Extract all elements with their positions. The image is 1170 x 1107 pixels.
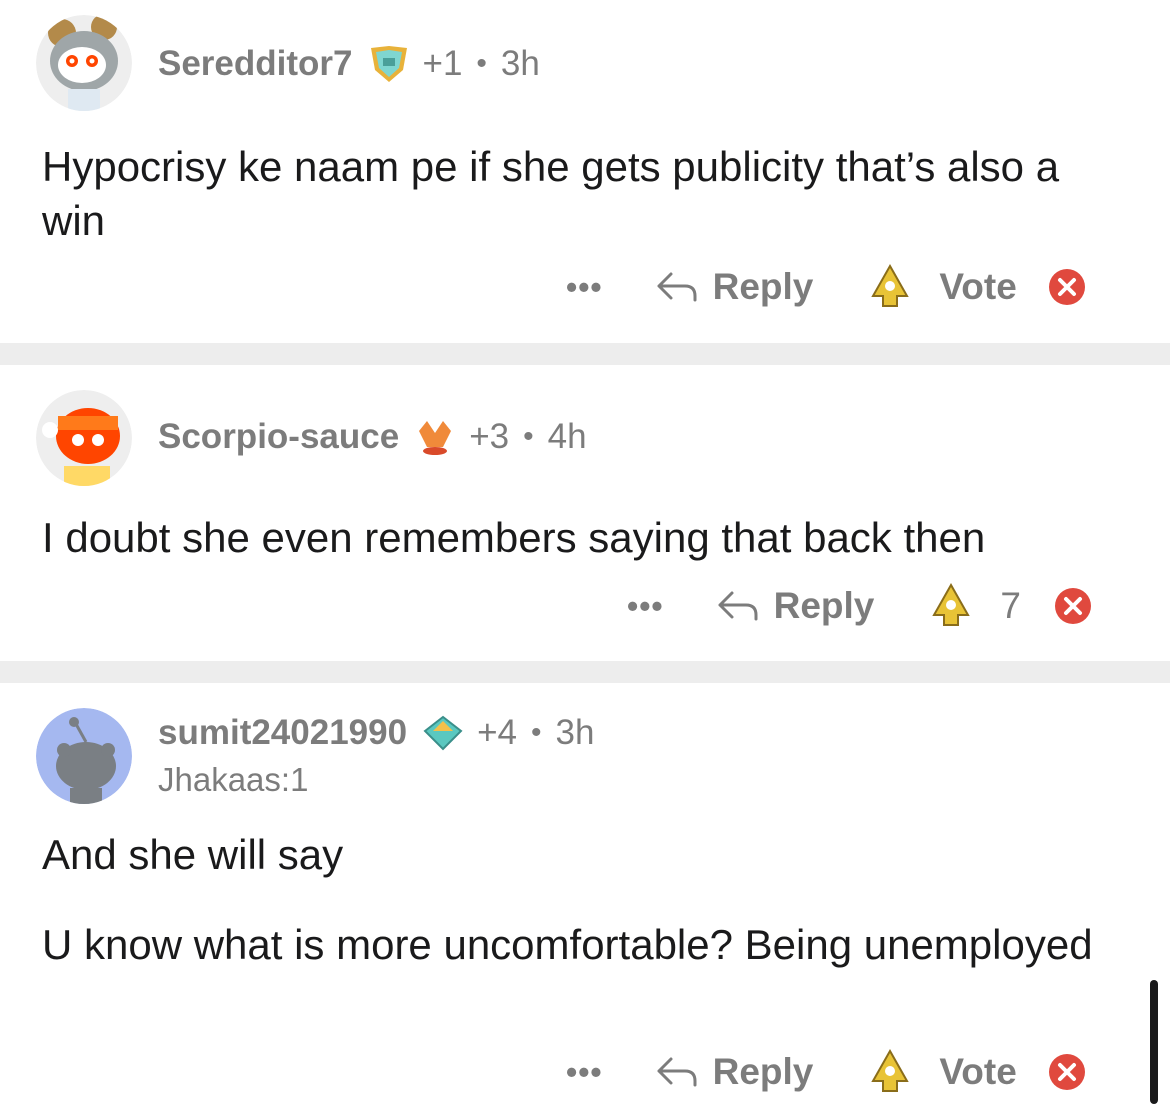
avatar[interactable] — [36, 15, 132, 111]
reply-button[interactable]: Reply — [655, 1051, 814, 1093]
comment-actions: ••• Reply 7 — [627, 581, 1097, 631]
downvote-icon[interactable] — [1043, 263, 1091, 311]
separator-dot: • — [476, 47, 487, 80]
reply-button[interactable]: Reply — [716, 585, 875, 627]
comment-age: 3h — [555, 713, 595, 752]
downvote-icon[interactable] — [1049, 582, 1097, 630]
karma-count: +1 — [422, 44, 463, 83]
comment-actions: ••• Reply Vote — [566, 1047, 1091, 1097]
separator-dot: • — [523, 420, 534, 453]
comment-meta: Scorpio-sauce +3 • 4h — [158, 417, 587, 457]
separator-dot: • — [530, 716, 542, 749]
comment-meta: Seredditor7 +1 • 3h — [158, 44, 540, 84]
vote-count: 7 — [1000, 585, 1021, 626]
upvote-icon[interactable] — [865, 1047, 915, 1097]
more-options-button[interactable]: ••• — [566, 269, 603, 306]
comment-age: 4h — [547, 417, 587, 456]
comment-body: Hypocrisy ke naam pe if she gets publici… — [42, 140, 1132, 248]
reply-arrow-icon — [657, 272, 697, 302]
default-snoo-avatar-icon — [36, 708, 132, 804]
comment-paragraph: And she will say — [42, 831, 344, 878]
comment-divider — [0, 661, 1170, 683]
comment-actions: ••• Reply Vote — [566, 262, 1091, 312]
avatar[interactable] — [36, 708, 132, 804]
upvote-icon[interactable] — [926, 581, 976, 631]
karma-count: +3 — [469, 417, 510, 456]
avatar[interactable] — [36, 390, 132, 486]
downvote-icon[interactable] — [1043, 1048, 1091, 1096]
more-options-button[interactable]: ••• — [627, 588, 664, 625]
karma-count: +4 — [477, 713, 517, 752]
username[interactable]: Seredditor7 — [158, 44, 353, 84]
scrollbar[interactable] — [1150, 980, 1158, 1104]
comment-meta: sumit24021990 +4 • 3h — [158, 713, 594, 753]
reply-label: Reply — [773, 585, 875, 626]
snoo-avatar-icon — [36, 15, 132, 111]
user-flair: Jhakaas:1 — [158, 761, 309, 798]
comment-thread: Seredditor7 +1 • 3h Hypocrisy ke naam pe… — [0, 0, 1170, 1107]
snoo-avatar-icon — [36, 390, 132, 486]
comment-paragraph: U know what is more uncomfortable? Being… — [42, 921, 1093, 968]
comment-paragraph: Hypocrisy ke naam pe if she gets publici… — [42, 143, 1060, 244]
reply-arrow-icon — [718, 591, 758, 621]
username[interactable]: sumit24021990 — [158, 713, 407, 753]
achievement-badge-icon — [367, 44, 411, 84]
more-options-button[interactable]: ••• — [566, 1054, 603, 1091]
reply-button[interactable]: Reply — [655, 266, 814, 308]
reply-label: Reply — [712, 266, 814, 307]
comment-paragraph: I doubt she even remembers saying that b… — [42, 514, 986, 561]
reply-arrow-icon — [657, 1057, 697, 1087]
upvote-icon[interactable] — [865, 262, 915, 312]
diamond-badge-icon — [421, 713, 465, 753]
comment-body: I doubt she even remembers saying that b… — [42, 511, 1132, 565]
vote-label: Vote — [939, 1051, 1017, 1092]
comment-divider — [0, 343, 1170, 365]
reply-label: Reply — [712, 1051, 814, 1092]
vote-label: Vote — [939, 266, 1017, 307]
username[interactable]: Scorpio-sauce — [158, 417, 399, 457]
comment-body: And she will say U know what is more unc… — [42, 828, 1132, 972]
crystal-badge-icon — [413, 417, 457, 457]
comment-age: 3h — [500, 44, 540, 83]
